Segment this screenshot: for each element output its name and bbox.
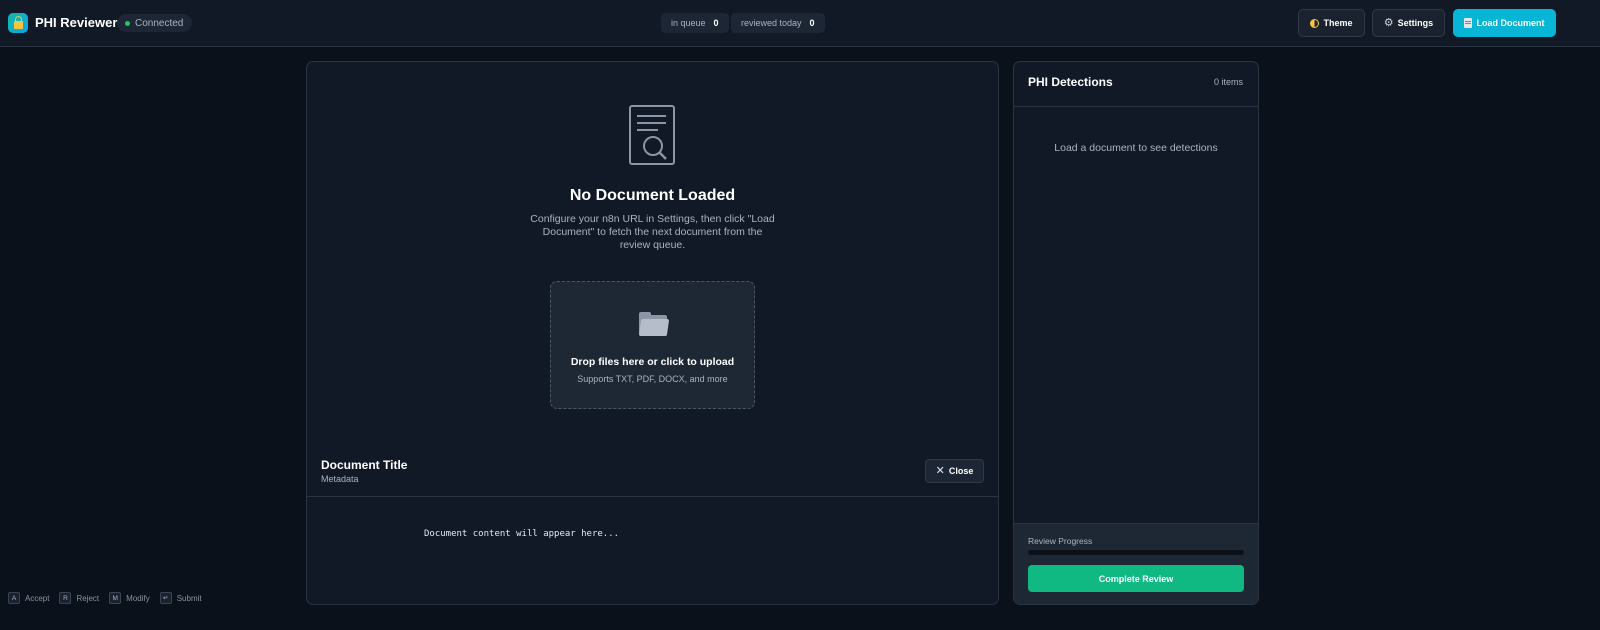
dropzone-title: Drop files here or click to upload [570, 356, 735, 368]
keyboard-shortcuts: A Accept R Reject M Modify ↵ Submit [8, 592, 202, 604]
empty-state-title: No Document Loaded [569, 187, 736, 204]
shortcut-key: A [8, 592, 20, 604]
shortcut-reject: R Reject [59, 592, 99, 604]
app-header: PHI Reviewer Connected in queue 0 review… [0, 0, 1600, 47]
connection-status-badge: Connected [117, 14, 193, 32]
reviewed-today-count: 0 [809, 18, 815, 28]
close-document-button[interactable]: ✕ Close [925, 459, 984, 483]
review-footer: Review Progress Complete Review [1014, 523, 1258, 604]
shortcut-label: Reject [76, 593, 100, 603]
status-dot-icon [125, 20, 130, 26]
shortcut-accept: A Accept [8, 592, 49, 604]
empty-state-description: Configure your n8n URL in Settings, then… [530, 213, 775, 251]
shortcut-label: Accept [25, 593, 50, 603]
detections-count: 0 items [1213, 77, 1243, 87]
document-divider [307, 496, 998, 497]
settings-button-label: Settings [1397, 18, 1434, 28]
shortcut-modify: M Modify [109, 592, 150, 604]
folder-icon [638, 312, 670, 336]
review-progress-label: Review Progress [1028, 536, 1093, 546]
dropzone-subtitle: Supports TXT, PDF, DOCX, and more [577, 374, 728, 384]
review-progress-bar [1028, 550, 1244, 555]
document-icon [1464, 18, 1473, 28]
load-document-button-label: Load Document [1476, 18, 1545, 28]
document-metadata: Metadata [321, 474, 359, 484]
in-queue-stat: in queue 0 [661, 13, 729, 33]
document-title: Document Title [321, 458, 408, 472]
close-button-label: Close [948, 466, 974, 476]
reviewed-today-label: reviewed today [741, 18, 802, 28]
half-moon-icon [1310, 18, 1320, 28]
close-icon: ✕ [935, 464, 945, 477]
complete-review-button[interactable]: Complete Review [1028, 565, 1244, 592]
app-logo-lock-icon [8, 13, 28, 33]
gear-icon: ⚙ [1383, 16, 1394, 29]
reviewed-today-stat: reviewed today 0 [731, 13, 825, 33]
shortcut-key: M [109, 592, 122, 604]
theme-button[interactable]: Theme [1298, 9, 1365, 37]
in-queue-count: 0 [713, 18, 719, 28]
phi-detections-panel: PHI Detections 0 items Load a document t… [1013, 61, 1259, 605]
in-queue-label: in queue [671, 18, 706, 28]
shortcut-key: R [59, 592, 72, 604]
shortcut-submit: ↵ Submit [159, 592, 202, 604]
load-document-button[interactable]: Load Document [1453, 9, 1556, 37]
document-content: Document content will appear here... [424, 529, 620, 539]
detections-title: PHI Detections [1028, 75, 1113, 89]
settings-button[interactable]: ⚙ Settings [1372, 9, 1445, 37]
file-dropzone[interactable]: Drop files here or click to upload Suppo… [550, 281, 755, 409]
shortcut-label: Modify [126, 593, 150, 603]
document-search-icon [629, 105, 675, 165]
shortcut-label: Submit [176, 593, 202, 603]
theme-button-label: Theme [1323, 18, 1353, 28]
detections-divider [1014, 106, 1258, 107]
app-title: PHI Reviewer [35, 15, 118, 30]
connection-status-label: Connected [135, 17, 184, 29]
document-panel: No Document Loaded Configure your n8n UR… [306, 61, 999, 605]
detections-empty-message: Load a document to see detections [1054, 142, 1218, 154]
shortcut-key: ↵ [159, 592, 172, 604]
